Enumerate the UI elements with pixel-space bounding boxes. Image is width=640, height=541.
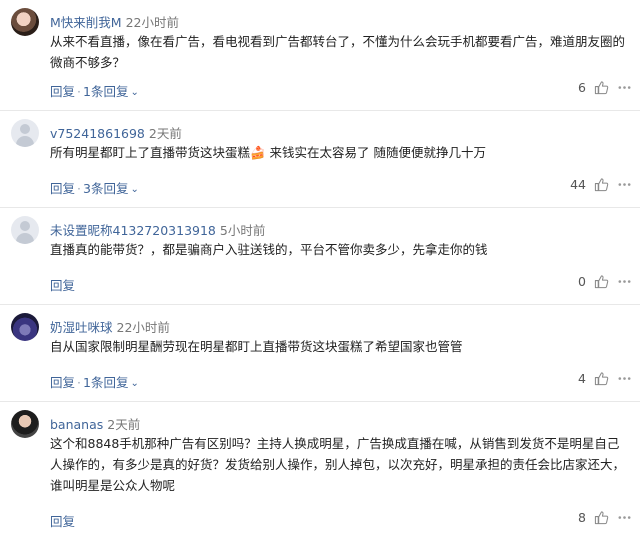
comment-text: 这个和8848手机那种广告有区别吗？主持人换成明星，广告换成直播在喊，从销售到发… [50, 436, 626, 493]
username[interactable]: 未设置昵称4132720313918 [50, 223, 216, 238]
comment-actions: 回复 · 1条回复 ⌄ [50, 372, 139, 391]
timestamp: 22小时前 [116, 320, 170, 335]
comment-header: bananas 2天前 [50, 414, 140, 433]
username[interactable]: bananas [50, 417, 103, 432]
comment-item: 奶湿吐咪球 22小时前 自从国家限制明星酬劳现在明星都盯上直播带货这块蛋糕了希望国… [0, 305, 640, 402]
comment-actions: 回复 · 1条回复 ⌄ [50, 81, 139, 100]
more-dots-icon[interactable] [617, 510, 632, 525]
comment-item: 未设置昵称4132720313918 5小时前 直播真的能带货？，都是骗商户入驻送… [0, 208, 640, 305]
username[interactable]: 奶湿吐咪球 [50, 320, 113, 335]
like-count: 0 [578, 274, 586, 289]
comment-header: 未设置昵称4132720313918 5小时前 [50, 220, 265, 239]
more-dots-icon[interactable] [617, 371, 632, 386]
username[interactable]: v75241861698 [50, 126, 145, 141]
comment-header: 奶湿吐咪球 22小时前 [50, 317, 170, 336]
view-replies-button[interactable]: 1条回复 ⌄ [83, 375, 139, 390]
separator: · [77, 84, 81, 99]
comment-text: 自从国家限制明星酬劳现在明星都盯上直播带货这块蛋糕了希望国家也管管 [50, 339, 463, 354]
comment-right-actions: 8 [576, 510, 632, 525]
comment-item: v75241861698 2天前 所有明星都盯上了直播带货这块蛋糕🍰 来钱实在太容… [0, 111, 640, 208]
username[interactable]: M快来削我M [50, 15, 122, 30]
more-dots-icon[interactable] [617, 274, 632, 289]
thumbs-up-icon[interactable] [594, 371, 609, 386]
comment-actions: 回复 [50, 511, 75, 530]
separator: · [77, 181, 81, 196]
avatar[interactable] [11, 8, 39, 36]
separator: · [77, 375, 81, 390]
comment-header: v75241861698 2天前 [50, 123, 182, 142]
comment-item: M快来削我M 22小时前 从来不看直播，像在看广告，看电视看到广告都转台了，不懂为… [0, 0, 640, 111]
comment-text: 所有明星都盯上了直播带货这块蛋糕🍰 来钱实在太容易了 随随便便就挣几十万 [50, 145, 487, 160]
like-count: 8 [578, 510, 586, 525]
comment-right-actions: 44 [570, 177, 632, 192]
comment-item: bananas 2天前 这个和8848手机那种广告有区别吗？主持人换成明星，广告换… [0, 402, 640, 541]
reply-button[interactable]: 回复 [50, 181, 75, 196]
replies-count: 1条回复 [83, 84, 129, 99]
view-replies-button[interactable]: 1条回复 ⌄ [83, 84, 139, 99]
timestamp: 22小时前 [125, 15, 179, 30]
view-replies-button[interactable]: 3条回复 ⌄ [83, 181, 139, 196]
timestamp: 2天前 [107, 417, 141, 432]
chevron-down-icon: ⌄ [130, 184, 139, 195]
comment-text: 直播真的能带货？，都是骗商户入驻送钱的，平台不管你卖多少，先拿走你的钱 [50, 242, 488, 257]
timestamp: 5小时前 [219, 223, 266, 238]
comment-actions: 回复 [50, 275, 75, 294]
comment-right-actions: 4 [576, 371, 632, 386]
replies-count: 1条回复 [83, 375, 129, 390]
thumbs-up-icon[interactable] [594, 510, 609, 525]
thumbs-up-icon[interactable] [594, 80, 609, 95]
reply-button[interactable]: 回复 [50, 84, 75, 99]
comment-right-actions: 6 [576, 80, 632, 95]
comment-header: M快来削我M 22小时前 [50, 12, 179, 31]
like-count: 44 [570, 177, 586, 192]
replies-count: 3条回复 [83, 181, 129, 196]
avatar[interactable] [11, 410, 39, 438]
like-count: 6 [578, 80, 586, 95]
timestamp: 2天前 [148, 126, 182, 141]
avatar[interactable] [11, 119, 39, 147]
reply-button[interactable]: 回复 [50, 514, 75, 529]
comment-text: 从来不看直播，像在看广告，看电视看到广告都转台了，不懂为什么会玩手机都要看广告，… [50, 34, 626, 70]
chevron-down-icon: ⌄ [130, 87, 139, 98]
comment-right-actions: 0 [576, 274, 632, 289]
more-dots-icon[interactable] [617, 177, 632, 192]
like-count: 4 [578, 371, 586, 386]
more-dots-icon[interactable] [617, 80, 632, 95]
thumbs-up-icon[interactable] [594, 274, 609, 289]
reply-button[interactable]: 回复 [50, 278, 75, 293]
avatar[interactable] [11, 216, 39, 244]
reply-button[interactable]: 回复 [50, 375, 75, 390]
comment-actions: 回复 · 3条回复 ⌄ [50, 178, 139, 197]
thumbs-up-icon[interactable] [594, 177, 609, 192]
avatar[interactable] [11, 313, 39, 341]
chevron-down-icon: ⌄ [130, 378, 139, 389]
